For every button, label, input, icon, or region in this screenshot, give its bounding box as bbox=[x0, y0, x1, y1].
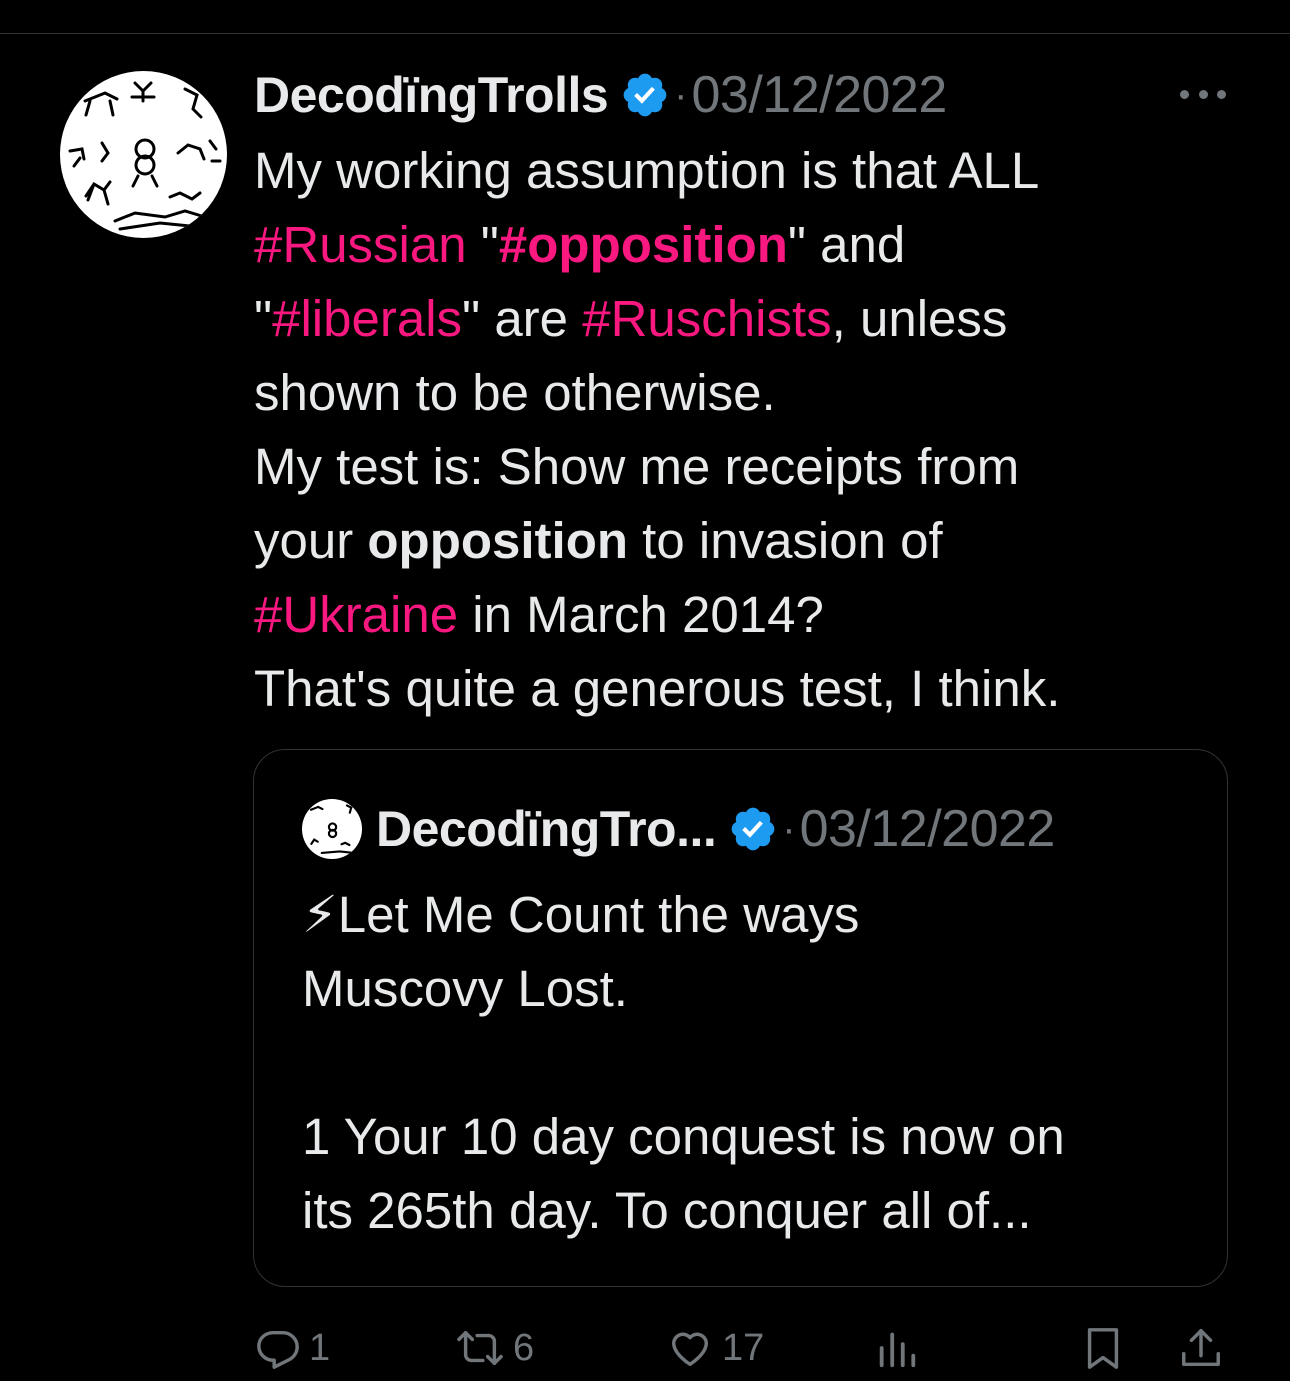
more-options-icon[interactable] bbox=[1180, 86, 1226, 102]
tweet-text-segment: " and bbox=[787, 216, 906, 273]
top-divider bbox=[0, 33, 1290, 34]
tweet-text: My working assumption is that ALL #Russia… bbox=[254, 134, 1214, 726]
tweet-line: "#liberals" are #Ruschists, unless bbox=[254, 282, 1214, 356]
tweet-text-segment: That's quite a generous test, I think. bbox=[254, 660, 1061, 717]
like-count: 17 bbox=[722, 1326, 765, 1369]
tweet-text-segment: My test is: Show me receipts from bbox=[254, 438, 1020, 495]
tweet-text-segment: shown to be otherwise. bbox=[254, 364, 776, 421]
retweet-button[interactable]: 6 bbox=[455, 1318, 534, 1378]
retweet-icon bbox=[457, 1330, 503, 1366]
hashtag-link[interactable]: #Russian bbox=[254, 216, 467, 273]
hashtag-link[interactable]: #liberals bbox=[272, 290, 462, 347]
reply-button[interactable]: 1 bbox=[255, 1318, 330, 1378]
tweet-actions-bar: 1 6 17 bbox=[0, 1318, 1290, 1378]
author-avatar[interactable] bbox=[60, 71, 227, 238]
hashtag-link[interactable]: #opposition bbox=[499, 216, 788, 273]
hashtag-link[interactable]: #Ukraine bbox=[254, 586, 458, 643]
reply-icon bbox=[257, 1330, 299, 1369]
header-separator: · bbox=[674, 72, 688, 117]
tweet-line: #Russian "#opposition" and bbox=[254, 208, 1214, 282]
quoted-tweet-text: ⚡Let Me Count the ways Muscovy Lost. 1 Y… bbox=[302, 878, 1182, 1248]
quoted-line: ⚡Let Me Count the ways bbox=[302, 886, 860, 943]
tweet-line: shown to be otherwise. bbox=[254, 356, 1214, 430]
share-button[interactable] bbox=[1178, 1318, 1224, 1378]
views-button[interactable] bbox=[874, 1318, 920, 1378]
views-chart-icon bbox=[879, 1332, 916, 1368]
bookmark-icon bbox=[1087, 1328, 1119, 1369]
quoted-line: its 265th day. To conquer all of... bbox=[302, 1182, 1032, 1239]
quoted-header-separator: · bbox=[782, 806, 796, 851]
quoted-author-name: DecodïngTro... bbox=[376, 801, 717, 857]
hashtag-link[interactable]: #Ruschists bbox=[582, 290, 831, 347]
bookmark-button[interactable] bbox=[1080, 1318, 1126, 1378]
quoted-tweet-header: DecodïngTro... · 03/12/2022 bbox=[302, 796, 1055, 862]
tweet-text-segment: in March 2014? bbox=[458, 586, 824, 643]
quoted-author-avatar bbox=[302, 799, 362, 859]
tweet-text-segment: My working assumption is that ALL bbox=[254, 142, 1040, 199]
verified-badge-icon[interactable] bbox=[620, 70, 670, 120]
quoted-line: Muscovy Lost. bbox=[302, 960, 628, 1017]
quoted-line-blank bbox=[302, 1026, 1182, 1100]
tweet-text-segment: your bbox=[254, 512, 368, 569]
quoted-verified-badge-icon bbox=[731, 807, 775, 851]
tweet-text-segment: " bbox=[466, 216, 499, 273]
quoted-tweet-card[interactable]: DecodïngTro... · 03/12/2022 ⚡Let Me Coun… bbox=[253, 749, 1228, 1287]
author-name[interactable]: DecodïngTrolls bbox=[254, 66, 609, 124]
heart-icon bbox=[671, 1332, 709, 1367]
avatar-glyphs-icon bbox=[68, 81, 222, 231]
tweet-line: #Ukraine in March 2014? bbox=[254, 578, 1214, 652]
quoted-line: 1 Your 10 day conquest is now on bbox=[302, 1108, 1065, 1165]
like-button[interactable]: 17 bbox=[666, 1318, 764, 1378]
tweet-line: your opposition to invasion of bbox=[254, 504, 1214, 578]
tweet-line: My working assumption is that ALL bbox=[254, 134, 1214, 208]
tweet-line: My test is: Show me receipts from bbox=[254, 430, 1214, 504]
highlighted-text: opposition bbox=[367, 512, 628, 569]
tweet-text-segment: , unless bbox=[831, 290, 1008, 347]
tweet-text-segment: " bbox=[254, 290, 273, 347]
quoted-tweet-date: 03/12/2022 bbox=[799, 800, 1056, 858]
tweet-date[interactable]: 03/12/2022 bbox=[692, 65, 948, 125]
reply-count: 1 bbox=[309, 1326, 331, 1369]
tweet-line: That's quite a generous test, I think. bbox=[254, 652, 1214, 726]
tweet-text-segment: to invasion of bbox=[628, 512, 943, 569]
share-icon bbox=[1182, 1329, 1220, 1367]
retweet-count: 6 bbox=[513, 1326, 535, 1369]
tweet-text-segment: " are bbox=[462, 290, 583, 347]
tweet-header: DecodïngTrolls · 03/12/2022 bbox=[254, 62, 947, 128]
